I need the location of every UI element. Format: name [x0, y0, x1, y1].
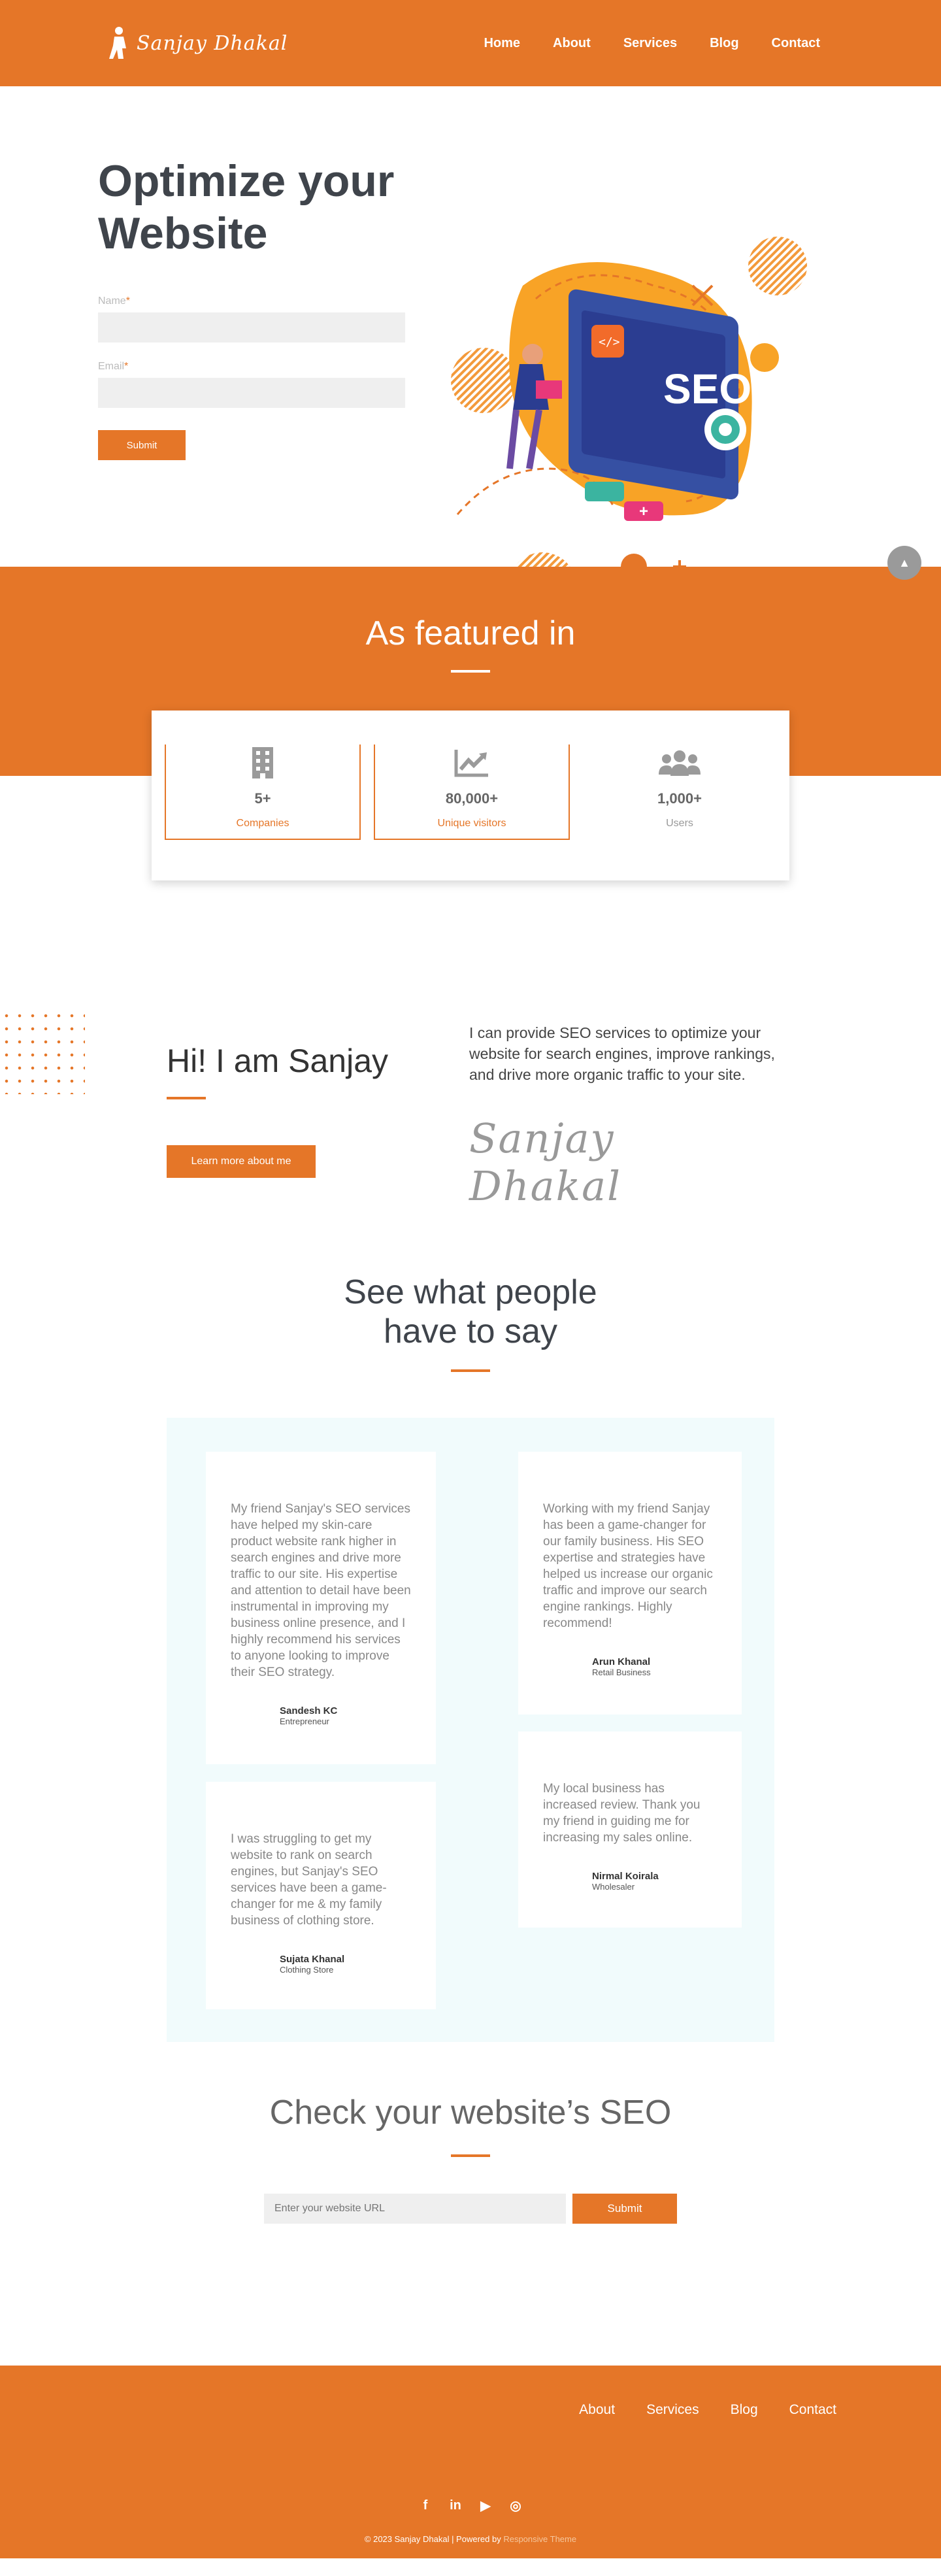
stat-visitors: 80,000+ Unique visitors: [374, 744, 570, 840]
about-title: Hi! I am Sanjay: [167, 1043, 389, 1079]
seo-check-title: Check your website’s SEO: [269, 2094, 672, 2132]
stat-companies: 5+ Companies: [165, 744, 361, 840]
hero-section: Optimize your Website Name* Email* Submi…: [0, 86, 941, 620]
stat-value: 1,000+: [657, 790, 702, 807]
seo-check-form: Submit: [0, 2194, 941, 2224]
testimonial-text: I was struggling to get my website to ra…: [231, 1832, 387, 1928]
footer-nav-services[interactable]: Services: [646, 2402, 699, 2418]
email-label: Email*: [98, 361, 405, 373]
hero-title: Optimize your Website: [98, 156, 395, 258]
about-section: Hi! I am Sanjay Learn more about me I ca…: [0, 914, 941, 1248]
social-links: f in ▶ ◎: [0, 2498, 941, 2513]
testimonial-name: Sujata Khanal: [280, 1954, 345, 1965]
about-intro: Hi! I am Sanjay Learn more about me: [167, 1042, 388, 1178]
logo-text: Sanjay Dhakal: [137, 31, 288, 55]
testimonials-background: My friend Sanjay's SEO services have hel…: [167, 1418, 774, 2042]
testimonial-name: Arun Khanal: [592, 1656, 651, 1667]
nav-services[interactable]: Services: [623, 36, 677, 51]
email-label-text: Email: [98, 361, 125, 372]
testimonial-text: My friend Sanjay's SEO services have hel…: [231, 1502, 411, 1679]
title-divider: [451, 1369, 490, 1372]
testimonial-role: Wholesaler: [592, 1882, 635, 1892]
main-nav: Home About Services Blog Contact: [484, 36, 820, 51]
copyright: © 2023 Sanjay Dhakal | Powered by Respon…: [0, 2534, 941, 2544]
users-icon: [583, 744, 776, 781]
testimonial-role: Entrepreneur: [280, 1716, 329, 1726]
site-logo[interactable]: Sanjay Dhakal: [108, 26, 288, 60]
youtube-icon[interactable]: ▶: [478, 2498, 493, 2513]
title-divider: [451, 670, 490, 673]
logo-figure-icon: [109, 27, 126, 59]
stat-label: Users: [666, 818, 693, 829]
about-text: I can provide SEO services to optimize y…: [469, 1024, 775, 1083]
linkedin-icon[interactable]: in: [448, 2498, 463, 2513]
plus-glyph: +: [639, 503, 648, 520]
testimonial-role: Clothing Store: [280, 1965, 334, 1975]
submit-button[interactable]: Submit: [98, 430, 186, 460]
featured-title: As featured in: [365, 614, 576, 652]
signature: Sanjay Dhakal: [469, 1114, 621, 1210]
testimonial-card: Working with my friend Sanjay has been a…: [518, 1452, 742, 1715]
website-url-input[interactable]: [264, 2194, 566, 2224]
nav-contact[interactable]: Contact: [772, 36, 820, 51]
testimonials-title-line2: have to say: [384, 1313, 557, 1350]
seo-check-section: Check your website’s SEO Submit: [0, 2065, 941, 2366]
stat-label: Unique visitors: [437, 818, 506, 829]
testimonials-title: See what people have to say: [0, 1248, 941, 1372]
footer-nav: About Services Blog Contact: [579, 2402, 836, 2418]
name-field[interactable]: [98, 312, 405, 343]
testimonial-card: My local business has increased review. …: [518, 1731, 742, 1928]
title-divider: [451, 2154, 490, 2157]
featured-section: As featured in 5+ Companies 80,000+ Uniq…: [0, 567, 941, 914]
required-mark: *: [125, 295, 130, 307]
testimonial-text: My local business has increased review. …: [543, 1782, 701, 1845]
facebook-icon[interactable]: f: [418, 2498, 433, 2513]
building-icon: [166, 744, 359, 781]
powered-by-link[interactable]: Responsive Theme: [503, 2534, 576, 2544]
code-glyph: </>: [599, 335, 620, 349]
footer-nav-contact[interactable]: Contact: [789, 2402, 836, 2418]
site-header: Sanjay Dhakal Home About Services Blog C…: [0, 0, 941, 86]
chart-icon: [375, 744, 569, 781]
testimonial-name: Nirmal Koirala: [592, 1871, 659, 1882]
stat-value: 80,000+: [445, 790, 499, 807]
required-mark: *: [124, 361, 129, 372]
stat-label: Companies: [236, 818, 289, 829]
name-label: Name*: [98, 295, 405, 307]
contact-form: Name* Email* Submit: [98, 295, 405, 460]
striped-circle: [451, 348, 516, 413]
stat-value: 5+: [254, 790, 271, 807]
copyright-text: © 2023 Sanjay Dhakal | Powered by: [364, 2534, 504, 2544]
testimonial-card: I was struggling to get my website to ra…: [206, 1782, 436, 2009]
caret-up-icon: ▲: [899, 556, 910, 569]
seo-art-text: SEO: [663, 365, 751, 412]
testimonial-role: Retail Business: [592, 1667, 651, 1677]
nav-about[interactable]: About: [553, 36, 591, 51]
about-content: I can provide SEO services to optimize y…: [469, 1022, 776, 1210]
seo-submit-button[interactable]: Submit: [572, 2194, 677, 2224]
footer-nav-about[interactable]: About: [579, 2402, 615, 2418]
dot-pattern: [0, 1009, 85, 1094]
nav-home[interactable]: Home: [484, 36, 520, 51]
name-label-text: Name: [98, 295, 126, 307]
stats-card: 5+ Companies 80,000+ Unique visitors 1,0…: [152, 711, 789, 880]
testimonials-title-line1: See what people: [344, 1273, 597, 1311]
site-footer: About Services Blog Contact f in ▶ ◎ © 2…: [0, 2366, 941, 2558]
stat-users: 1,000+ Users: [583, 744, 776, 840]
testimonials-section: See what people have to say My friend Sa…: [0, 1248, 941, 2065]
testimonial-text: Working with my friend Sanjay has been a…: [543, 1502, 713, 1630]
testimonial-name: Sandesh KC: [280, 1705, 338, 1716]
scroll-to-top-button[interactable]: ▲: [887, 546, 921, 580]
testimonial-card: My friend Sanjay's SEO services have hel…: [206, 1452, 436, 1764]
learn-more-button[interactable]: Learn more about me: [167, 1145, 316, 1178]
title-divider: [167, 1097, 206, 1099]
footer-nav-blog[interactable]: Blog: [731, 2402, 758, 2418]
nav-blog[interactable]: Blog: [710, 36, 738, 51]
instagram-icon[interactable]: ◎: [508, 2498, 523, 2513]
striped-circle: [748, 237, 807, 295]
email-field[interactable]: [98, 378, 405, 408]
